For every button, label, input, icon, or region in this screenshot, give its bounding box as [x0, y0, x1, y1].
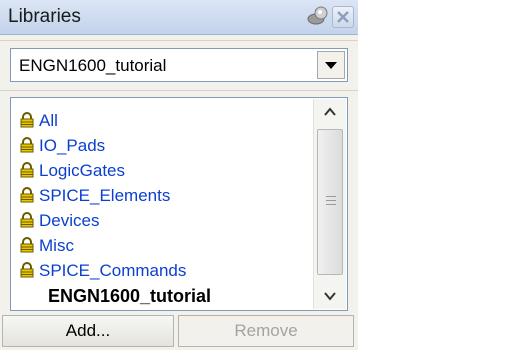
grip-line	[326, 200, 336, 201]
lock-icon	[19, 262, 35, 278]
scroll-down-icon[interactable]	[314, 283, 346, 309]
list-item-label: LogicGates	[39, 161, 125, 180]
pin-icon[interactable]	[306, 4, 330, 28]
chevron-down-icon[interactable]	[317, 51, 345, 79]
library-dropdown[interactable]: ENGN1600_tutorial	[10, 48, 348, 82]
library-list[interactable]: All IO_Pads LogicGates SPICE_Elements De…	[10, 97, 348, 311]
lock-icon	[19, 187, 35, 203]
list-item-label: SPICE_Commands	[39, 261, 187, 280]
lock-icon	[19, 112, 35, 128]
scrollbar-thumb[interactable]	[317, 129, 343, 275]
panel-titlebar: Libraries	[0, 0, 358, 35]
panel-title: Libraries	[8, 6, 81, 27]
list-item-label: All	[39, 111, 58, 130]
close-icon[interactable]	[332, 6, 354, 28]
lock-icon	[19, 212, 35, 228]
grip-line	[326, 196, 336, 197]
lock-icon	[19, 137, 35, 153]
list-item-label: Misc	[39, 236, 74, 255]
lock-icon	[19, 162, 35, 178]
separator	[0, 40, 358, 41]
library-dropdown-value: ENGN1600_tutorial	[19, 56, 167, 75]
lock-icon	[19, 237, 35, 253]
add-button[interactable]: Add...	[2, 315, 174, 347]
remove-button[interactable]: Remove	[178, 315, 354, 347]
grip-line	[326, 204, 336, 205]
list-item-label: SPICE_Elements	[39, 186, 171, 205]
scroll-up-icon[interactable]	[314, 99, 346, 125]
list-item-label: IO_Pads	[39, 136, 106, 155]
list-item-label: Devices	[39, 211, 100, 230]
libraries-panel: Libraries ENGN1600_tutorial All IO_Pads …	[0, 0, 358, 350]
separator	[0, 90, 358, 91]
list-scrollbar[interactable]	[313, 99, 346, 309]
list-item-label: ENGN1600_tutorial	[48, 286, 212, 306]
